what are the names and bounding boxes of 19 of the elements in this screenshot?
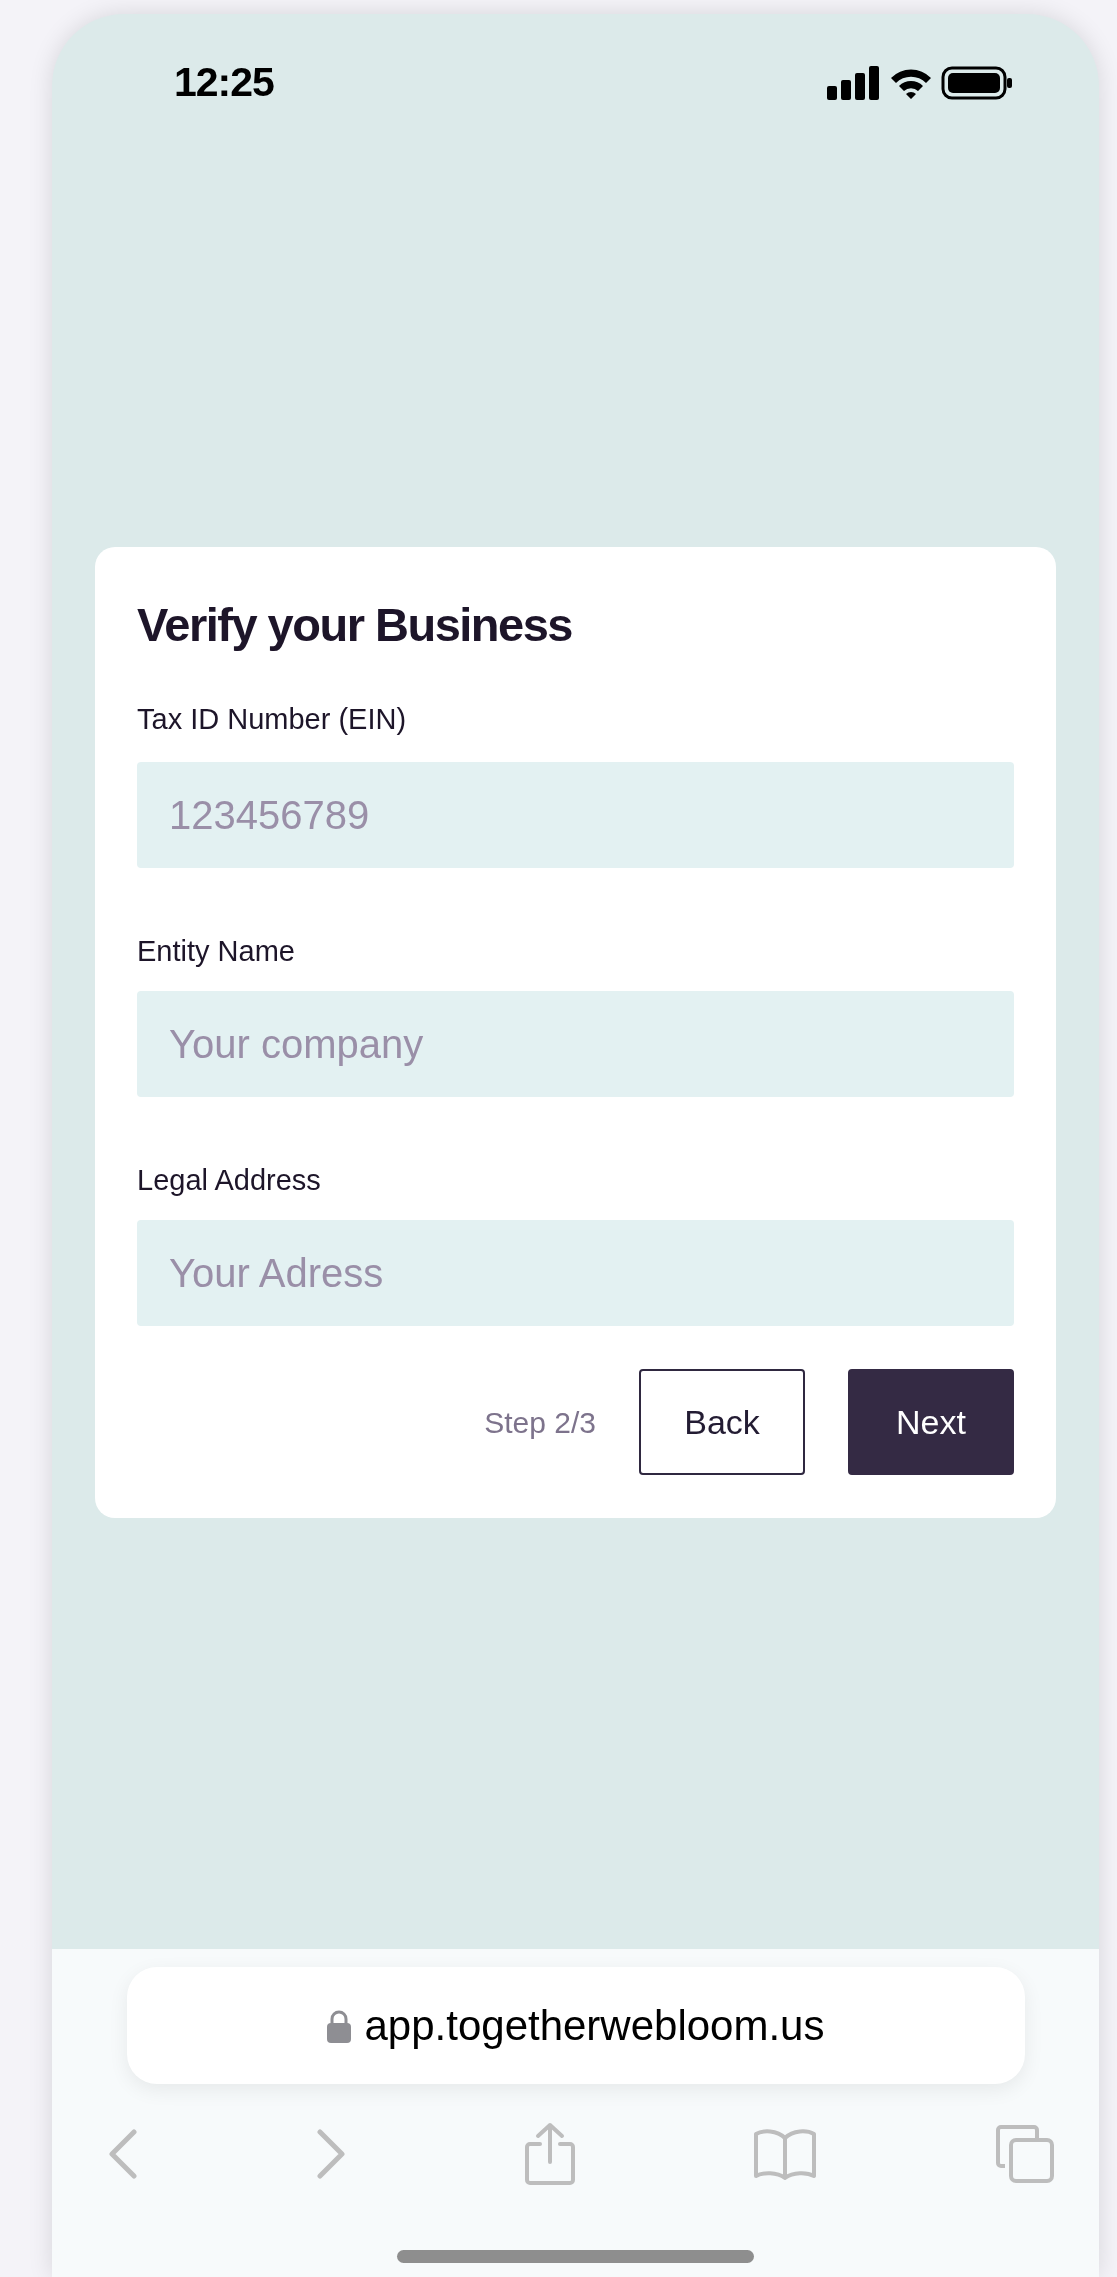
status-time: 12:25 <box>174 58 274 108</box>
signal-icon <box>827 66 881 100</box>
tabs-icon[interactable] <box>995 2124 1055 2184</box>
back-button[interactable]: Back <box>639 1369 805 1475</box>
share-icon[interactable] <box>523 2122 576 2186</box>
field-label: Legal Address <box>137 1163 322 1197</box>
next-button[interactable]: Next <box>848 1369 1014 1475</box>
url-text: app.togetherwebloom.us <box>364 2001 825 2051</box>
address-bar[interactable]: app.togetherwebloom.us <box>126 1967 1025 2084</box>
field-label: Tax ID Number (EIN) <box>137 702 408 736</box>
battery-icon <box>941 66 1013 100</box>
form-title: Verify your Business <box>137 597 573 653</box>
field-label: Entity Name <box>137 934 296 968</box>
input-field[interactable]: Your Adress <box>137 1220 1014 1326</box>
lock-icon <box>326 2008 351 2043</box>
input-field[interactable]: Your company <box>137 991 1014 1097</box>
input-field[interactable]: 123456789 <box>137 762 1014 868</box>
step-indicator: Step 2/3 <box>484 1404 596 1441</box>
book-icon[interactable] <box>753 2128 818 2180</box>
